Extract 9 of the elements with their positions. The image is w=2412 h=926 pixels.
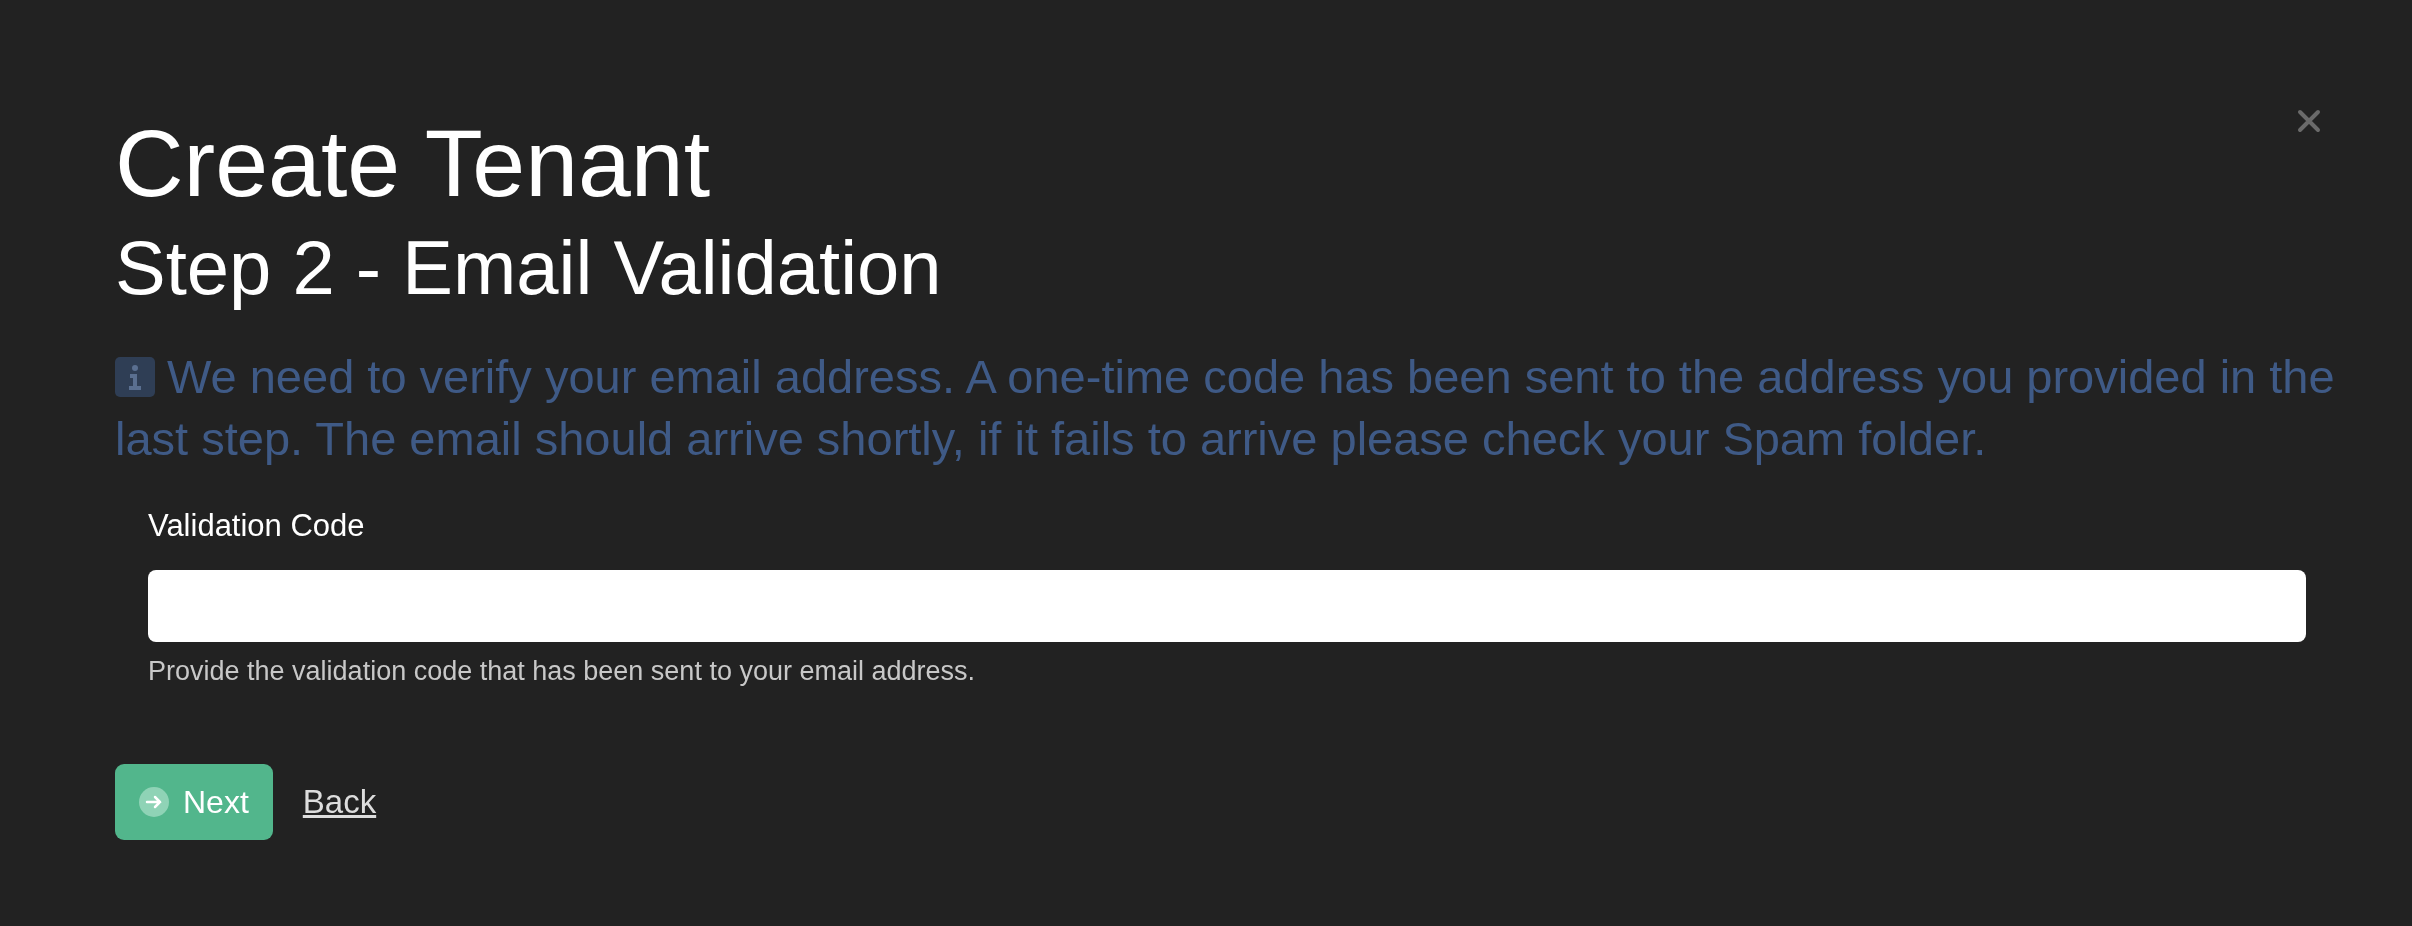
field-label: Validation Code <box>148 507 366 545</box>
info-message: We need to verify your email address. A one-time code has been sent to the address you provided in the last step. The email should arrive shortly, if it fails to arrive please check your Spam folder. <box>115 349 2336 467</box>
arrow-right-icon <box>139 787 169 817</box>
info-icon <box>115 357 155 397</box>
dialog-title: Create Tenant <box>115 109 711 218</box>
field-help-text: Provide the validation code that has been sent to your email address. <box>148 655 976 688</box>
back-link[interactable]: Back <box>302 783 377 821</box>
step-title: Step 2 - Email Validation <box>115 226 942 310</box>
validation-code-field[interactable] <box>148 570 2306 642</box>
